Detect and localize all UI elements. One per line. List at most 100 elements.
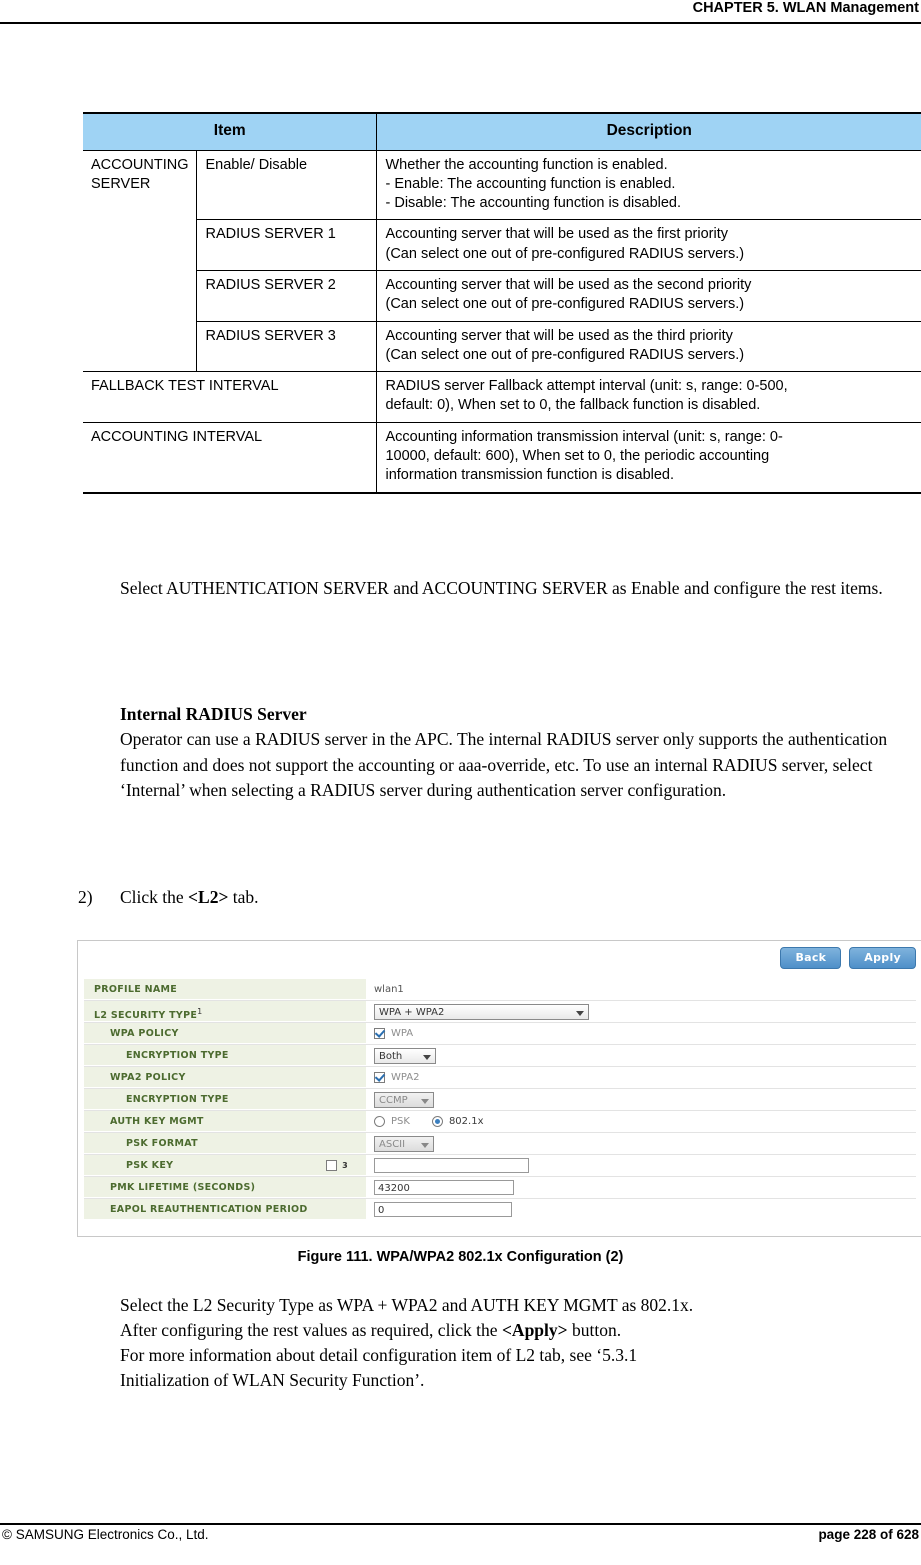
value-auth-key-mgmt: PSK 802.1x [366, 1111, 916, 1132]
form-row-eapol-reauth-period: EAPOL REAUTHENTICATION PERIOD 0 [84, 1199, 916, 1220]
psk-key-input[interactable] [374, 1158, 529, 1173]
cell-item: FALLBACK TEST INTERVAL [83, 371, 378, 423]
apply-sentence-prefix: After configuring the rest values as req… [120, 1320, 502, 1340]
table-row: ACCOUNTING SERVER Enable/ Disable Whethe… [83, 149, 921, 373]
desc-line: - Disable: The accounting function is di… [385, 195, 682, 212]
cell-subitem: RADIUS SERVER 1 [196, 219, 378, 272]
form-row-auth-key-mgmt: AUTH KEY MGMT PSK 802.1x [84, 1111, 916, 1133]
desc-line: (Can select one out of pre-configured RA… [385, 245, 745, 262]
form-row-wpa2-policy: WPA2 POLICY WPA2 [84, 1067, 916, 1089]
value-wpa2-policy: WPA2 [366, 1067, 916, 1088]
value-wpa2-encryption-type: CCMP [366, 1089, 916, 1110]
desc-line: information transmission function is dis… [385, 467, 675, 484]
psk-key-checkbox[interactable] [326, 1159, 338, 1171]
figure-caption: Figure 111. WPA/WPA2 802.1x Configuratio… [297, 1249, 624, 1265]
auth-key-mgmt-option-8021x: 802.1x [448, 1116, 484, 1127]
label-psk-key-text: PSK KEY [126, 1159, 174, 1171]
cell-description: Accounting server that will be used as t… [376, 270, 921, 322]
wlan-l2-configuration-screenshot: Back Apply PROFILE NAME wlan1 L2 SECURIT… [77, 940, 921, 1237]
copyright-text: © SAMSUNG Electronics Co., Ltd. [2, 1527, 209, 1542]
screenshot-toolbar: Back Apply [780, 947, 916, 969]
form-row-psk-format: PSK FORMAT ASCII [84, 1133, 916, 1155]
paragraph-l2-security-line3: For more information about detail config… [120, 1345, 638, 1365]
wpa2-policy-option-label: WPA2 [391, 1072, 420, 1083]
auth-key-mgmt-option-psk: PSK [391, 1116, 410, 1127]
cell-description: Whether the accounting function is enabl… [376, 149, 921, 221]
label-eapol-reauth-period: EAPOL REAUTHENTICATION PERIOD [84, 1199, 366, 1220]
desc-line: 10000, default: 600), When set to 0, the… [385, 447, 770, 464]
value-psk-format: ASCII [366, 1133, 916, 1154]
label-l2-security-type-text: L2 SECURITY TYPE [94, 1010, 198, 1022]
wpa2-encryption-type-select[interactable]: CCMP [374, 1091, 434, 1108]
table-row: ACCOUNTING INTERVAL Accounting informati… [83, 421, 921, 494]
cell-subitem: RADIUS SERVER 2 [196, 270, 378, 322]
desc-line: (Can select one out of pre-configured RA… [385, 296, 745, 313]
paragraph-l2-security-line1: Select the L2 Security Type as WPA + WPA… [120, 1295, 694, 1315]
page-number: page 228 of 628 [818, 1527, 919, 1542]
l2-security-type-select[interactable]: WPA + WPA2 [374, 1003, 589, 1020]
heading-internal-radius-server: Internal RADIUS Server [120, 704, 307, 724]
wpa-policy-checkbox[interactable] [374, 1028, 385, 1039]
apply-button[interactable]: Apply [849, 947, 916, 969]
value-profile-name: wlan1 [366, 979, 916, 1000]
desc-line: Accounting server that will be used as t… [385, 226, 728, 243]
step-text-suffix: tab. [228, 887, 259, 907]
value-eapol-reauth-period: 0 [366, 1199, 916, 1220]
label-psk-key: PSK KEY 3 [84, 1155, 366, 1176]
paragraph-select-servers: Select AUTHENTICATION SERVER and ACCOUNT… [120, 578, 883, 598]
header-divider [0, 22, 921, 24]
parameter-table: Item Description ACCOUNTING SERVER Enabl… [83, 111, 921, 494]
column-header-item: Item [83, 111, 378, 151]
label-wpa-encryption-type: ENCRYPTION TYPE [84, 1045, 366, 1066]
label-wpa2-policy: WPA2 POLICY [84, 1067, 366, 1088]
cell-subitem: Enable/ Disable [196, 149, 378, 221]
table-row: RADIUS SERVER 1 Accounting server that w… [83, 219, 921, 272]
step-text-prefix: Click the [120, 887, 189, 907]
form-rows: PROFILE NAME wlan1 L2 SECURITY TYPE1 WPA… [84, 979, 916, 1220]
wpa-policy-option-label: WPA [391, 1028, 414, 1039]
label-wpa-policy: WPA POLICY [84, 1023, 366, 1044]
desc-line: RADIUS server Fallback attempt interval … [385, 378, 788, 395]
chapter-title: CHAPTER 5. WLAN Management [692, 0, 919, 16]
wpa2-policy-checkbox[interactable] [374, 1072, 385, 1083]
cell-subitem-line: Enable/ Disable [205, 156, 308, 173]
auth-key-mgmt-radio-psk[interactable] [374, 1116, 385, 1127]
label-psk-format: PSK FORMAT [84, 1133, 366, 1154]
form-row-wpa-encryption-type: ENCRYPTION TYPE Both [84, 1045, 916, 1067]
form-row-wpa-policy: WPA POLICY WPA [84, 1023, 916, 1045]
value-wpa-encryption-type: Both [366, 1045, 916, 1066]
footnote-marker-1: 1 [197, 1007, 203, 1016]
paragraph-l2-security-line4: Initialization of WLAN Security Function… [120, 1370, 425, 1390]
wpa-encryption-type-select[interactable]: Both [374, 1047, 436, 1064]
table-row: RADIUS SERVER 2 Accounting server that w… [83, 270, 921, 322]
desc-line: Accounting information transmission inte… [385, 428, 783, 445]
psk-format-select[interactable]: ASCII [374, 1135, 434, 1152]
eapol-reauth-period-input[interactable]: 0 [374, 1202, 512, 1217]
table-header-row: Item Description [83, 111, 921, 151]
cell-description: Accounting server that will be used as t… [376, 320, 921, 373]
step-instruction: Click the <L2> tab. [120, 885, 620, 911]
profile-name-text: wlan1 [374, 984, 404, 995]
cell-description: Accounting information transmission inte… [376, 421, 921, 494]
desc-line: Accounting server that will be used as t… [385, 327, 733, 344]
form-row-l2-security-type: L2 SECURITY TYPE1 WPA + WPA2 [84, 1001, 916, 1023]
apply-sentence-bold: <Apply> [501, 1320, 568, 1340]
label-profile-name: PROFILE NAME [84, 979, 366, 1000]
paragraph-l2-security-line2: After configuring the rest values as req… [120, 1318, 920, 1344]
label-pmk-lifetime: PMK LIFETIME (SECONDS) [84, 1177, 366, 1198]
paragraph-internal-radius: Operator can use a RADIUS server in the … [120, 729, 888, 800]
back-button[interactable]: Back [780, 947, 842, 969]
label-auth-key-mgmt: AUTH KEY MGMT [84, 1111, 366, 1132]
form-row-profile-name: PROFILE NAME wlan1 [84, 979, 916, 1001]
form-row-wpa2-encryption-type: ENCRYPTION TYPE CCMP [84, 1089, 916, 1111]
pmk-lifetime-input[interactable]: 43200 [374, 1180, 514, 1195]
label-wpa2-encryption-type: ENCRYPTION TYPE [84, 1089, 366, 1110]
table-row: FALLBACK TEST INTERVAL RADIUS server Fal… [83, 371, 921, 423]
cell-item: ACCOUNTING SERVER [83, 149, 198, 373]
desc-line: Whether the accounting function is enabl… [385, 156, 668, 173]
desc-line: (Can select one out of pre-configured RA… [385, 346, 745, 363]
auth-key-mgmt-radio-8021x[interactable] [431, 1116, 443, 1127]
table-row: RADIUS SERVER 3 Accounting server that w… [83, 320, 921, 373]
desc-line: - Enable: The accounting function is ena… [385, 175, 676, 192]
step-number: 2) [78, 887, 93, 907]
